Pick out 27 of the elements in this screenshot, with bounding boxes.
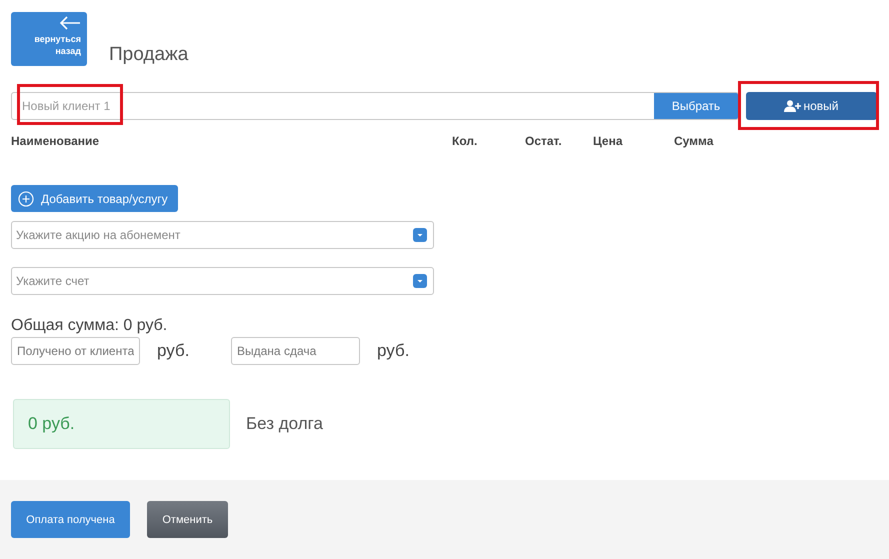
dropdown-icon — [413, 274, 427, 288]
new-client-button[interactable]: новый — [746, 92, 877, 120]
dropdown-icon — [413, 228, 427, 242]
amount-field[interactable]: Получено от клиента — [11, 337, 140, 365]
add-user-icon — [784, 100, 802, 112]
page-title: Продажа — [109, 44, 188, 66]
column-header: Остат. — [525, 134, 563, 150]
column-header: Сумма — [674, 134, 714, 150]
confirm-button[interactable]: Оплата получена — [11, 501, 130, 538]
client-field[interactable]: Новый клиент 1 Выбрать — [11, 92, 739, 120]
dropdown-field[interactable]: Укажите счет — [11, 267, 434, 295]
select-button[interactable]: Выбрать — [654, 93, 738, 119]
column-header: Наименование — [11, 134, 100, 150]
arrow-left-icon — [59, 16, 81, 30]
amount-field[interactable]: Выдана сдача — [231, 337, 360, 365]
debt-status: Без долга — [246, 414, 323, 434]
dropdown-field[interactable]: Укажите акцию на абонемент — [11, 221, 434, 249]
column-header: Цена — [593, 134, 624, 150]
currency-label: руб. — [377, 341, 410, 361]
total-amount: Общая сумма: 0 руб. — [11, 317, 168, 335]
plus-circle-icon — [18, 190, 34, 206]
debt-amount: 0 руб. — [13, 399, 230, 449]
column-header: Кол. — [452, 134, 478, 150]
cancel-button[interactable]: Отменить — [147, 501, 228, 538]
back-button[interactable]: вернуться назад — [11, 12, 87, 66]
currency-label: руб. — [157, 341, 190, 361]
add-item-button[interactable]: Добавить товар/услугу — [11, 185, 178, 212]
